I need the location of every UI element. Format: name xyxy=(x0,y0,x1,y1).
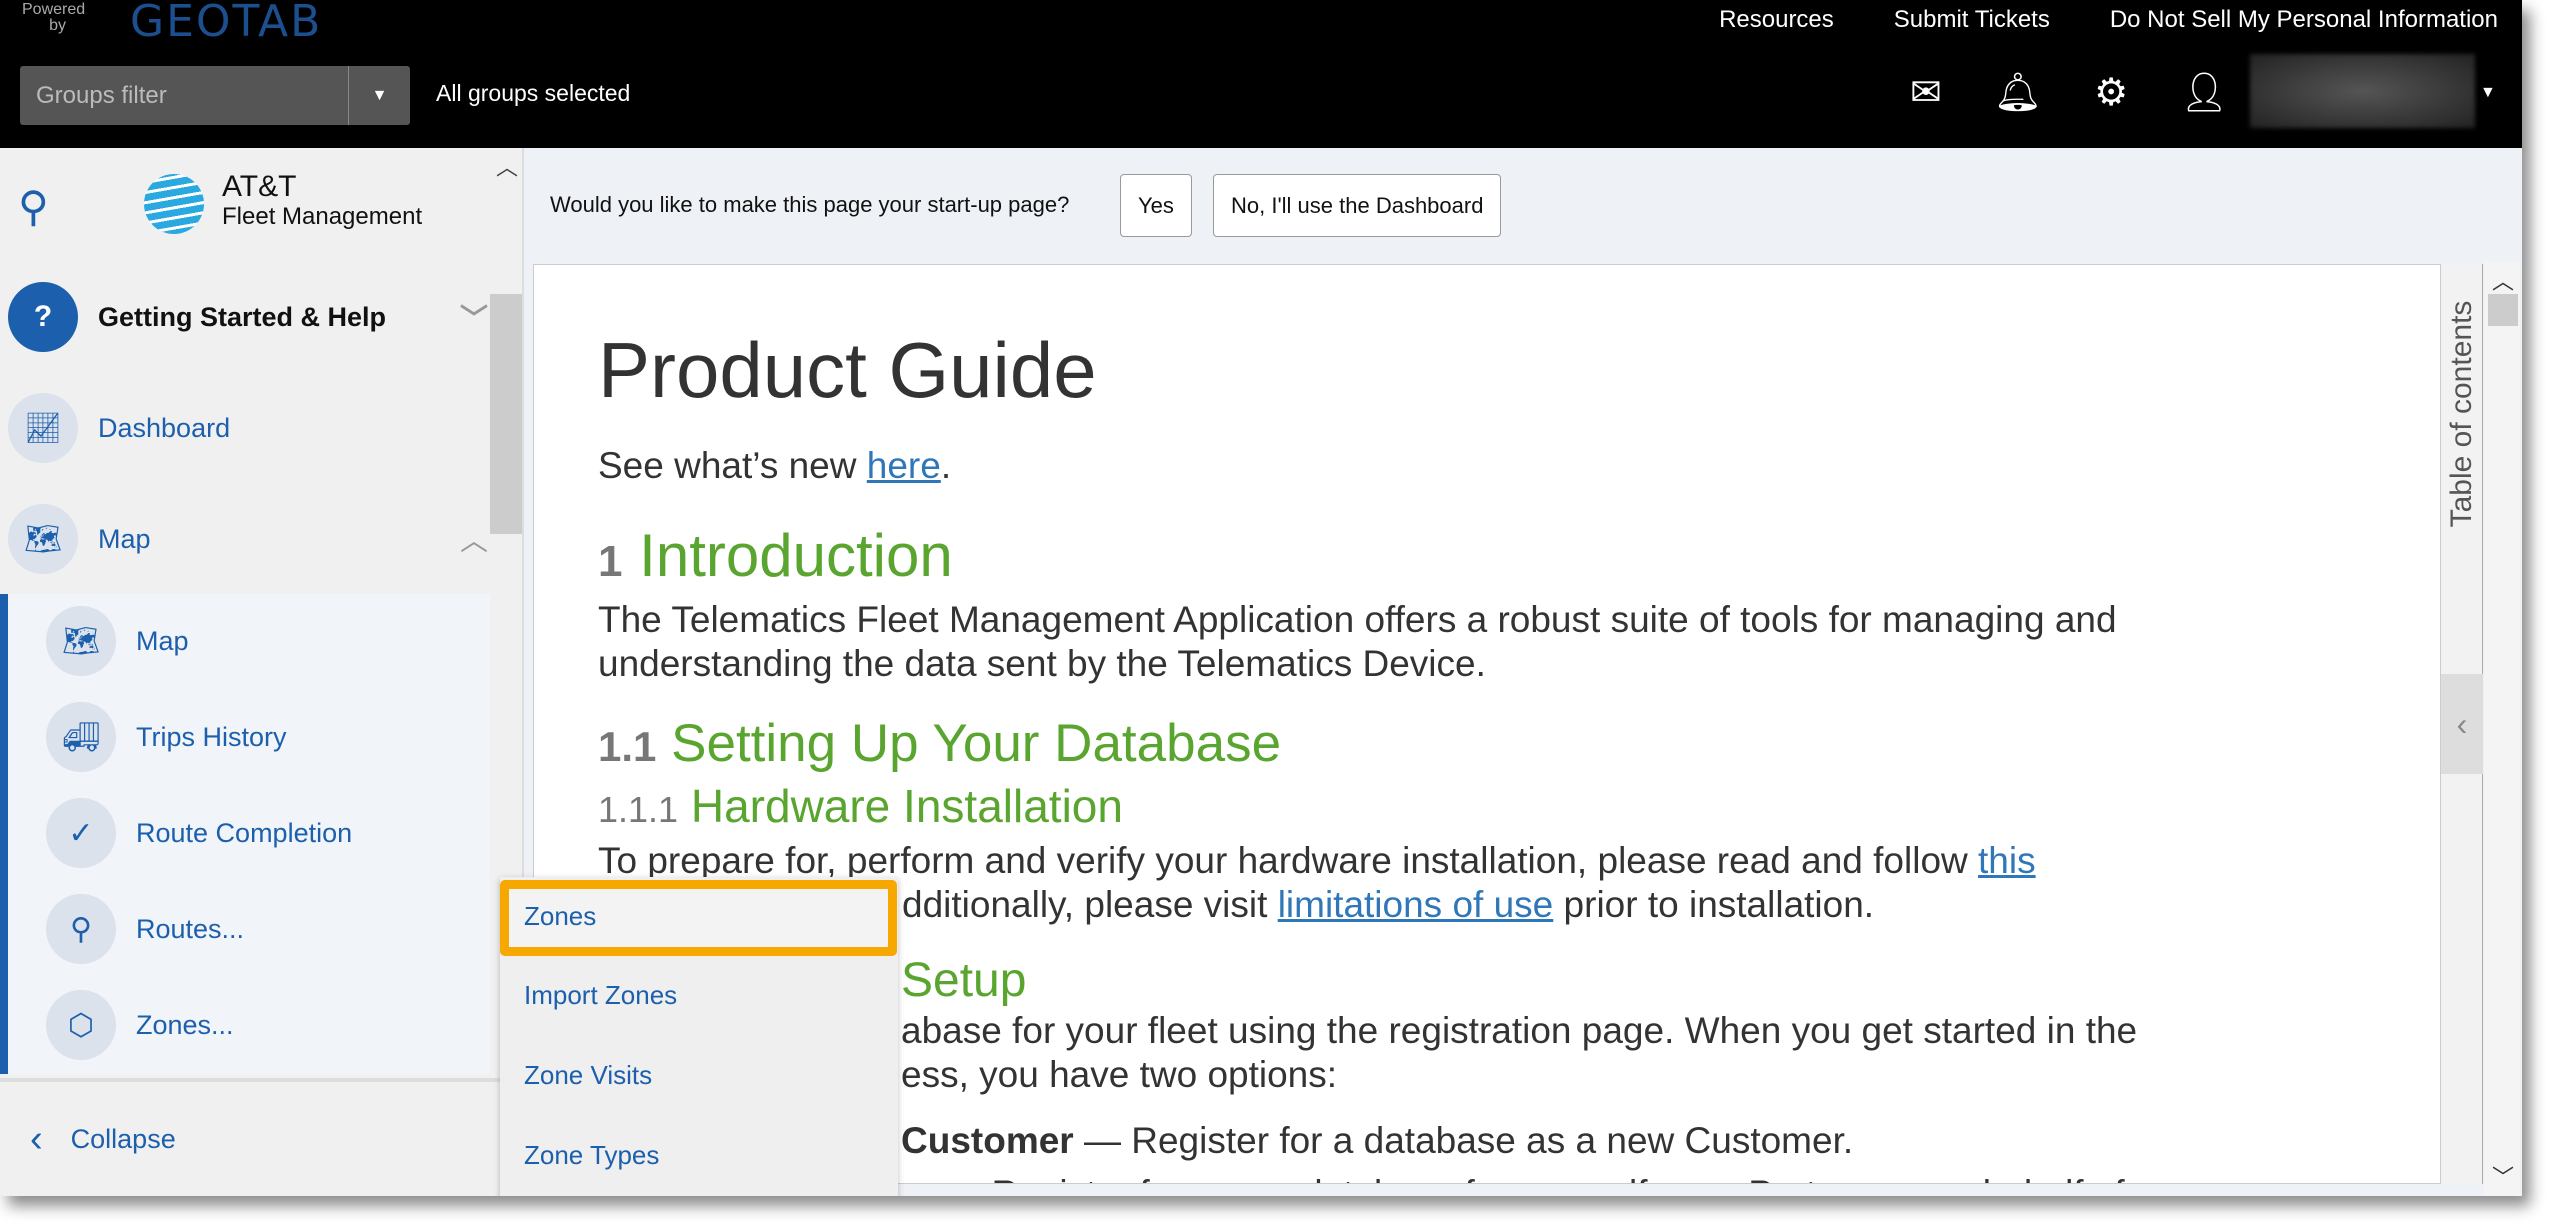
yes-button[interactable]: Yes xyxy=(1120,174,1192,237)
partner-option: er — Register for a new database for you… xyxy=(901,1173,2156,1183)
use-dashboard-button[interactable]: No, I'll use the Dashboard xyxy=(1213,174,1502,237)
groups-filter[interactable]: Groups filter ▼ xyxy=(20,66,410,125)
route-icon: ⚲ xyxy=(46,894,116,964)
whats-new-text: See what’s new here. xyxy=(598,445,952,486)
collapse-label: Collapse xyxy=(70,1123,176,1154)
intro-paragraph-line2: understanding the data sent by the Telem… xyxy=(598,643,1486,684)
menu-item-import-zones[interactable]: Import Zones xyxy=(524,980,677,1011)
customer-option: Customer — Register for a database as a … xyxy=(901,1120,1853,1162)
section-title: Setting Up Your Database xyxy=(671,714,1282,773)
submit-tickets-link[interactable]: Submit Tickets xyxy=(1894,6,2050,34)
this-link[interactable]: this xyxy=(1978,840,2036,881)
hw-text: To prepare for, perform and verify your … xyxy=(598,840,1979,881)
sidebar-item-label: Map xyxy=(136,625,189,656)
sidebar-item-label: Trips History xyxy=(136,721,287,752)
logo-line2: Fleet Management xyxy=(222,203,423,230)
bell-icon[interactable]: 🔔︎ xyxy=(1994,71,2042,115)
sidebar-item-dashboard[interactable]: 📈︎ Dashboard xyxy=(8,393,498,463)
logo-line1: AT&T xyxy=(222,170,297,203)
map-submenu: 🗺︎ Map 🚚︎ Trips History ✓ Route Completion … xyxy=(0,594,518,1074)
truck-pin-icon: 🚚︎ xyxy=(46,702,116,772)
chevron-left-icon: ‹ xyxy=(30,1117,43,1160)
toc-label: Table of contents xyxy=(2444,300,2478,528)
gear-icon[interactable]: ⚙ xyxy=(2094,70,2128,115)
section-number: 1 xyxy=(598,537,623,586)
sidebar-item-label: Route Completion xyxy=(136,817,353,848)
groups-status: All groups selected xyxy=(436,80,631,106)
sidebar-scroll-thumb[interactable] xyxy=(490,294,522,534)
page-title: Product Guide xyxy=(598,326,1097,414)
section-title: Introduction xyxy=(639,522,953,589)
groups-filter-input[interactable]: Groups filter xyxy=(20,66,348,125)
sidebar-item-routes[interactable]: ⚲Routes...▶ xyxy=(46,894,536,964)
mail-icon[interactable]: ✉ xyxy=(1910,70,1942,115)
dashboard-icon: 📈︎ xyxy=(8,393,78,463)
database-paragraph-line2: ess, you have two options: xyxy=(901,1054,1338,1095)
scroll-up-icon[interactable]: ︿ xyxy=(2492,264,2514,296)
menu-item-zone-types[interactable]: Zone Types xyxy=(524,1140,659,1171)
menu-item-zones[interactable]: Zones xyxy=(524,901,596,932)
sidebar-item-route-completion[interactable]: ✓ Route Completion xyxy=(46,798,536,868)
user-menu-caret-icon[interactable]: ▼ xyxy=(2480,84,2496,102)
table-of-contents-panel[interactable]: Table of contents ‹ xyxy=(2441,264,2483,1184)
do-not-sell-link[interactable]: Do Not Sell My Personal Information xyxy=(2110,6,2498,34)
top-bar: Powered by GEOTAB Resources Submit Ticke… xyxy=(0,0,2522,148)
geotab-logo: GEOTAB xyxy=(130,0,323,47)
user-name-redacted[interactable] xyxy=(2250,54,2475,128)
hardware-paragraph-line2: dditionally, please visit limitations of… xyxy=(902,884,1874,926)
hardware-paragraph-line1: To prepare for, perform and verify your … xyxy=(598,840,2036,882)
section-title: Hardware Installation xyxy=(690,780,1123,832)
search-icon[interactable]: ⚲ xyxy=(18,182,49,231)
sidebar-item-zones[interactable]: ⬡Zones...▶ xyxy=(46,990,536,1060)
chevron-down-icon[interactable]: ﹀ xyxy=(460,297,488,337)
sidebar-item-label: Routes... xyxy=(136,913,245,944)
sidebar-item-label: Zones... xyxy=(136,1009,234,1040)
sidebar-item-map[interactable]: 🗺︎ Map ︿ xyxy=(8,504,498,574)
limitations-link[interactable]: limitations of use xyxy=(1278,884,1554,925)
section-setup-heading: Setup xyxy=(901,954,1027,1007)
sidebar-item-trips-history[interactable]: 🚚︎ Trips History xyxy=(46,702,536,772)
hw-text3: prior to installation. xyxy=(1553,884,1875,925)
sidebar-item-map-sub[interactable]: 🗺︎ Map xyxy=(46,606,536,676)
chevron-left-icon[interactable]: ‹ xyxy=(2441,674,2483,774)
section-hardware-installation: 1.1.1 Hardware Installation xyxy=(598,779,1123,833)
doc-scroll-thumb[interactable] xyxy=(2488,294,2518,326)
customer-text: — Register for a database as a new Custo… xyxy=(1073,1120,1854,1161)
document-scrollbar[interactable]: ︿ ﹀ xyxy=(2484,262,2520,1196)
att-globe-logo xyxy=(144,174,204,234)
chevron-down-icon[interactable]: ▼ xyxy=(348,66,410,125)
map-icon: 🗺︎ xyxy=(46,606,116,676)
user-icon[interactable]: 👤︎ xyxy=(2180,71,2228,115)
whats-new-label: See what’s new xyxy=(598,445,867,486)
powered-by-label: Powered by xyxy=(22,1,86,34)
scroll-down-icon[interactable]: ﹀ xyxy=(2492,1160,2514,1192)
menu-item-zone-visits[interactable]: Zone Visits xyxy=(524,1060,652,1091)
database-paragraph-line1: abase for your fleet using the registrat… xyxy=(901,1010,2138,1051)
sidebar-item-label: Getting Started & Help xyxy=(98,301,387,332)
sidebar-item-getting-started[interactable]: ? Getting Started & Help ﹀ xyxy=(8,282,498,352)
sidebar: ⚲ AT&T Fleet Management ? Getting Started … xyxy=(0,148,524,1196)
map-icon: 🗺︎ xyxy=(8,504,78,574)
sidebar-item-label: Map xyxy=(98,523,151,554)
chevron-up-icon[interactable]: ︿ xyxy=(460,519,488,559)
section-introduction: 1 Introduction xyxy=(598,521,953,590)
startup-prompt: Would you like to make this page your st… xyxy=(550,192,1070,217)
intro-paragraph-line1: The Telematics Fleet Management Applicat… xyxy=(598,599,2117,640)
route-check-icon: ✓ xyxy=(46,798,116,868)
sidebar-item-label: Dashboard xyxy=(98,412,231,443)
section-number: 1.1.1 xyxy=(598,789,679,830)
customer-bold: Customer xyxy=(901,1120,1074,1161)
hw-text2: dditionally, please visit xyxy=(902,884,1278,925)
collapse-button[interactable]: ‹ Collapse xyxy=(0,1078,522,1196)
zones-submenu: Zones Import Zones Zone Visits Zone Type… xyxy=(500,877,898,1196)
here-link[interactable]: here xyxy=(867,445,941,486)
section-number: 1.1 xyxy=(598,723,657,770)
scroll-up-icon[interactable]: ︿ xyxy=(496,150,518,182)
zones-icon: ⬡ xyxy=(46,990,116,1060)
att-logo-text: AT&T Fleet Management xyxy=(222,172,422,232)
section-setting-up: 1.1 Setting Up Your Database xyxy=(598,713,1281,774)
app-window: Powered by GEOTAB Resources Submit Ticke… xyxy=(0,0,2522,1196)
help-icon: ? xyxy=(8,282,78,352)
resources-link[interactable]: Resources xyxy=(1719,6,1834,34)
